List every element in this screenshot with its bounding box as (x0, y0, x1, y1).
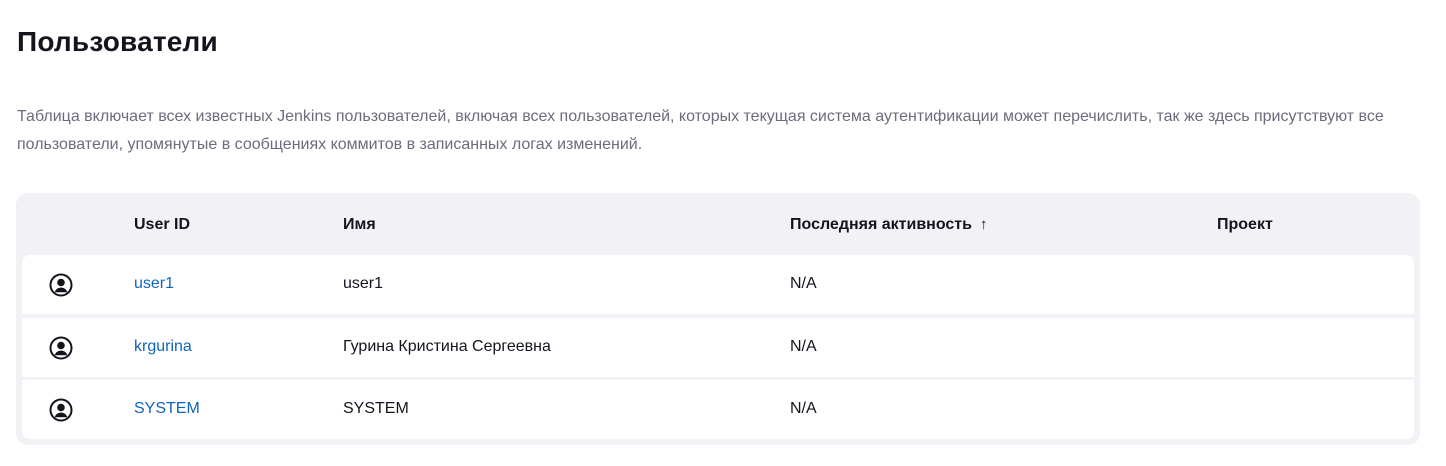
user-id-link[interactable]: krgurina (134, 338, 192, 356)
user-circle-icon (49, 273, 73, 297)
user-name: SYSTEM (343, 400, 409, 417)
page-title: Пользователи (17, 26, 218, 57)
user-circle-icon (49, 336, 73, 360)
user-name: user1 (343, 275, 384, 292)
table-header: User ID Имя Последняя активность ↑ Проект (16, 193, 1420, 255)
sort-ascending-icon: ↑ (979, 216, 988, 233)
table-row: krgurina Гурина Кристина Сергеевна N/A (22, 318, 1414, 377)
column-header-name[interactable]: Имя (343, 216, 376, 234)
table-row: SYSTEM SYSTEM N/A (22, 380, 1414, 439)
user-last-activity: N/A (790, 338, 817, 355)
user-id-link[interactable]: user1 (134, 275, 174, 293)
page-description: Таблица включает всех известных Jenkins … (17, 108, 1384, 153)
user-id-link[interactable]: SYSTEM (134, 400, 200, 418)
column-header-last-activity-label: Последняя активность (790, 216, 972, 233)
user-name: Гурина Кристина Сергеевна (343, 338, 551, 355)
column-header-user-id[interactable]: User ID (134, 216, 190, 234)
table-row: user1 user1 N/A (22, 255, 1414, 314)
user-last-activity: N/A (790, 275, 817, 292)
users-table: User ID Имя Последняя активность ↑ Проект… (16, 193, 1420, 445)
user-circle-icon (49, 398, 73, 422)
user-last-activity: N/A (790, 400, 817, 417)
column-header-project[interactable]: Проект (1217, 216, 1273, 234)
column-header-last-activity[interactable]: Последняя активность ↑ (790, 216, 987, 234)
